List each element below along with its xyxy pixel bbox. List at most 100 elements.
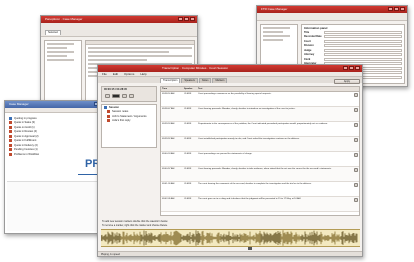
transcript-text[interactable]: Court hearing proceeds: Member, clearly,… <box>197 167 353 171</box>
folder-tree-label: Quote in Fulfillment <box>14 139 37 143</box>
session-tree-label: Julie's first reply <box>112 119 131 123</box>
tab-notes[interactable]: Notes <box>198 78 212 83</box>
transcript-row[interactable]: 09:39:52 AM CLERK Court established partic… <box>161 137 359 152</box>
row-edit-button[interactable] <box>354 137 358 142</box>
toolbar <box>257 13 407 21</box>
folder-tree-item[interactable]: Problems in Workflow <box>7 152 61 157</box>
tab-speakers[interactable]: Speakers <box>181 78 198 83</box>
maximize-icon[interactable] <box>394 7 399 11</box>
player-panel: 00:00:15 / 01:28:45 <box>101 86 157 102</box>
playhead-handle[interactable] <box>248 247 252 250</box>
transcript-text[interactable]: The court hearing the comments of the ac… <box>197 182 353 186</box>
toolbar: Selected <box>41 23 197 37</box>
transcript-text[interactable]: Court proceedings are paused for stateme… <box>197 152 353 156</box>
folder-icon <box>9 139 12 143</box>
row-edit-button[interactable] <box>354 167 358 172</box>
minimize-icon[interactable] <box>388 7 393 11</box>
transcript-row[interactable]: 09:38:47 AM CLERK Court hearing proceeds: … <box>161 107 359 122</box>
menu-edit[interactable]: Edit <box>113 72 118 76</box>
folder-tree-label: Quote on Hold (1) <box>14 125 35 129</box>
document-preview <box>7 181 105 231</box>
row-edit-button[interactable] <box>354 182 358 187</box>
document-icon <box>107 119 110 123</box>
tree-children: Session notes John's Statement / Argument… <box>102 110 156 124</box>
transcript-text[interactable]: Proportionate to the consequences of the… <box>197 122 353 126</box>
transcript-row[interactable]: 09:38:16 AM CLERK Court proceedings commen… <box>161 92 359 107</box>
waveform[interactable] <box>101 229 360 247</box>
session-tree-label: John's Statement / Arguments <box>112 114 147 118</box>
row-action-cell <box>353 182 359 187</box>
tab-transcription[interactable]: Transcription <box>160 78 181 83</box>
transcript-row[interactable]: 09:41:30 AM CLERK The court hearing the co… <box>161 182 359 197</box>
maximize-icon[interactable] <box>349 66 354 70</box>
rewind-button[interactable] <box>105 94 110 98</box>
column-speaker[interactable]: Speaker <box>183 87 197 91</box>
menu-file[interactable]: File <box>102 72 107 76</box>
transcript-speaker: CLERK <box>184 122 192 125</box>
minimize-icon[interactable] <box>178 17 183 21</box>
transcript-time: 09:41:30 AM <box>162 182 175 185</box>
transcript-text[interactable]: Court hearing proceeds: Member, clearly,… <box>197 107 353 111</box>
folder-tree-label: Pending Invoices (1) <box>14 148 38 152</box>
forward-button[interactable] <box>129 94 134 98</box>
row-edit-button[interactable] <box>354 122 358 127</box>
tab-selected[interactable]: Selected <box>45 30 61 35</box>
transcript-speaker: CLERK <box>184 152 192 155</box>
folder-tree-label: Quoting in progress <box>14 116 37 120</box>
transcript-text[interactable]: The court goes on to a ruling and it dec… <box>197 197 353 201</box>
title-bar: Transcription · Computer Minutes · Court… <box>98 65 362 72</box>
folder-icon <box>104 105 107 109</box>
info-field-value[interactable] <box>324 44 402 48</box>
transcript-row[interactable]: 09:42:05 AM CLERK The court goes on to a r… <box>161 197 359 212</box>
tab-markers[interactable]: Markers <box>212 78 228 83</box>
row-edit-button[interactable] <box>354 107 358 112</box>
info-field-label: Clerk <box>304 57 311 61</box>
column-text[interactable]: Text <box>197 87 353 91</box>
row-edit-button[interactable] <box>354 197 358 202</box>
info-field-value[interactable] <box>324 39 402 43</box>
transcript-row[interactable]: 09:39:18 AM CLERK Proportionate to the con… <box>161 122 359 137</box>
folder-tree-label: Quote in Delivery (2) <box>14 143 38 147</box>
transcript-time: 09:38:47 AM <box>162 107 175 110</box>
info-field-label: Court <box>304 39 311 43</box>
close-icon[interactable] <box>355 66 360 70</box>
pause-button[interactable] <box>122 94 127 98</box>
apply-button[interactable]: Apply <box>334 79 360 84</box>
info-field-value[interactable] <box>324 57 402 61</box>
column-time[interactable]: Time <box>161 87 183 91</box>
folder-tree-label: Quote in Sales (3) <box>14 121 35 125</box>
menu-options[interactable]: Options <box>124 72 134 76</box>
folder-tree: Quoting in progress Quote in Sales (3) Quo… <box>7 116 61 162</box>
transcript-row[interactable]: 09:40:57 AM CLERK Court hearing proceeds: … <box>161 167 359 182</box>
info-field-value[interactable] <box>324 53 402 57</box>
folder-icon <box>9 130 12 134</box>
info-field-value[interactable] <box>324 48 402 52</box>
info-field-label: Title <box>304 30 310 34</box>
menu-help[interactable]: Help <box>140 72 146 76</box>
hint-remove-marker: To remove a marker, right click the mark… <box>102 224 168 227</box>
transcript-time: 09:39:18 AM <box>162 122 175 125</box>
status-text: Playing, 1x speed <box>101 253 120 256</box>
info-field-value[interactable] <box>324 30 402 34</box>
row-edit-button[interactable] <box>354 92 358 97</box>
waveform-graphic <box>101 230 358 246</box>
session-tree: Session Session notes John's Statement / … <box>101 104 157 148</box>
maximize-icon[interactable] <box>184 17 189 21</box>
play-button[interactable] <box>112 94 120 98</box>
transcription-window: Transcription · Computer Minutes · Court… <box>97 64 363 257</box>
transcript-row[interactable]: 09:40:24 AM CLERK Court proceedings are pa… <box>161 152 359 167</box>
info-field-value[interactable] <box>324 35 402 39</box>
folder-icon <box>9 152 12 156</box>
transcript-text[interactable]: Court established participation merely t… <box>197 137 353 141</box>
folder-tree-label: Quote in Review (4) <box>14 130 37 134</box>
transcript-text[interactable]: Court proceedings commence on the possib… <box>197 92 353 96</box>
minimize-icon[interactable] <box>343 66 348 70</box>
close-icon[interactable] <box>400 7 405 11</box>
folder-tree-label: Problems in Workflow <box>14 152 40 156</box>
transcript-rows: 09:38:16 AM CLERK Court proceedings commen… <box>161 92 359 212</box>
close-icon[interactable] <box>190 17 195 21</box>
status-bar: Playing, 1x speed <box>98 251 362 256</box>
folder-tree-label: Quote in Approval (2) <box>14 134 39 138</box>
session-tree-item[interactable]: Julie's first reply <box>102 119 156 124</box>
row-edit-button[interactable] <box>354 152 358 157</box>
